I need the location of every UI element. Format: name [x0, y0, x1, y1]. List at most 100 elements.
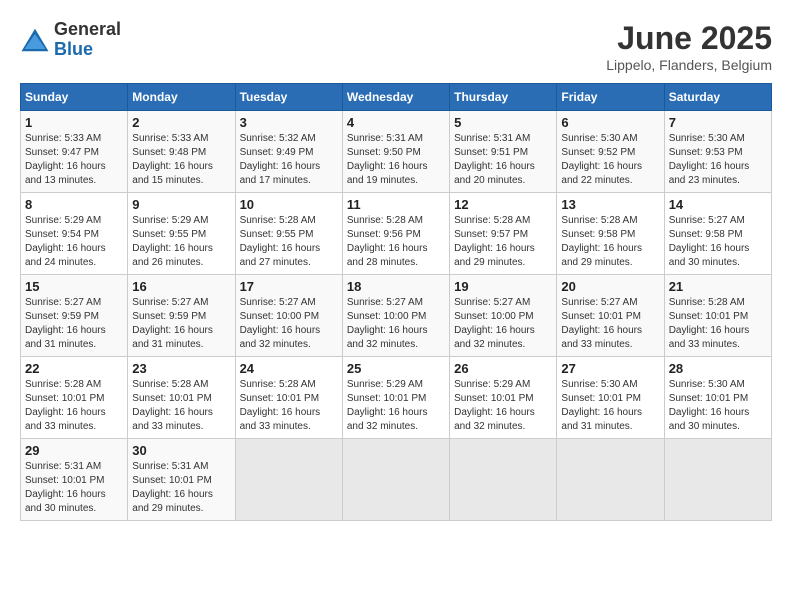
day-number: 22 [25, 361, 123, 376]
calendar-cell: 16 Sunrise: 5:27 AMSunset: 9:59 PMDayligh… [128, 275, 235, 357]
day-info: Sunrise: 5:29 AMSunset: 10:01 PMDaylight… [347, 378, 445, 434]
calendar-cell: 13Sunrise: 5:28 AMSunset: 9:58 PMDayligh… [557, 193, 664, 275]
calendar-cell: 4 Sunrise: 5:31 AMSunset: 9:50 PMDaylight… [342, 111, 449, 193]
day-number: 7 [669, 115, 767, 130]
calendar-cell: 1Sunrise: 5:33 AMSunset: 9:47 PMDaylight… [21, 111, 128, 193]
day-number: 26 [454, 361, 552, 376]
day-info: Sunrise: 5:29 AMSunset: 9:55 PMDaylight:… [132, 214, 230, 270]
header-thursday: Thursday [450, 84, 557, 111]
day-info: Sunrise: 5:33 AMSunset: 9:48 PMDaylight:… [132, 132, 230, 188]
calendar-week-1: 8 Sunrise: 5:29 AMSunset: 9:54 PMDaylight… [21, 193, 772, 275]
logo-general: General [54, 20, 121, 40]
calendar-cell: 22Sunrise: 5:28 AMSunset: 10:01 PMDaylig… [21, 357, 128, 439]
day-info: Sunrise: 5:27 AMSunset: 9:58 PMDaylight:… [669, 214, 767, 270]
day-info: Sunrise: 5:31 AMSunset: 10:01 PMDaylight… [132, 460, 230, 516]
day-info: Sunrise: 5:28 AMSunset: 10:01 PMDaylight… [240, 378, 338, 434]
calendar-week-3: 22 Sunrise: 5:28 AMSunset: 10:01 PMDaylig… [21, 357, 772, 439]
day-number: 3 [240, 115, 338, 130]
day-info: Sunrise: 5:27 AMSunset: 10:00 PMDaylight… [454, 296, 552, 352]
calendar-cell: 3 Sunrise: 5:32 AMSunset: 9:49 PMDaylight… [235, 111, 342, 193]
day-info: Sunrise: 5:31 AMSunset: 9:51 PMDaylight:… [454, 132, 552, 188]
day-info: Sunrise: 5:30 AMSunset: 9:52 PMDaylight:… [561, 132, 659, 188]
day-number: 16 [132, 279, 230, 294]
day-number: 4 [347, 115, 445, 130]
day-info: Sunrise: 5:32 AMSunset: 9:49 PMDaylight:… [240, 132, 338, 188]
calendar-cell: 20Sunrise: 5:27 AMSunset: 10:01 PMDaylig… [557, 275, 664, 357]
calendar-cell [450, 439, 557, 521]
calendar-cell: 19 Sunrise: 5:27 AMSunset: 10:00 PMDaylig… [450, 275, 557, 357]
header-tuesday: Tuesday [235, 84, 342, 111]
day-info: Sunrise: 5:28 AMSunset: 9:56 PMDaylight:… [347, 214, 445, 270]
day-number: 6 [561, 115, 659, 130]
day-info: Sunrise: 5:28 AMSunset: 10:01 PMDaylight… [669, 296, 767, 352]
calendar-table: SundayMondayTuesdayWednesdayThursdayFrid… [20, 83, 772, 521]
day-number: 19 [454, 279, 552, 294]
day-info: Sunrise: 5:28 AMSunset: 10:01 PMDaylight… [132, 378, 230, 434]
calendar-cell: 30 Sunrise: 5:31 AMSunset: 10:01 PMDaylig… [128, 439, 235, 521]
calendar-cell: 8 Sunrise: 5:29 AMSunset: 9:54 PMDaylight… [21, 193, 128, 275]
logo: General Blue [20, 20, 121, 60]
header-wednesday: Wednesday [342, 84, 449, 111]
day-number: 8 [25, 197, 123, 212]
calendar-cell: 27Sunrise: 5:30 AMSunset: 10:01 PMDaylig… [557, 357, 664, 439]
calendar-cell: 15 Sunrise: 5:27 AMSunset: 9:59 PMDayligh… [21, 275, 128, 357]
day-number: 20 [561, 279, 659, 294]
day-info: Sunrise: 5:27 AMSunset: 9:59 PMDaylight:… [132, 296, 230, 352]
day-info: Sunrise: 5:28 AMSunset: 9:57 PMDaylight:… [454, 214, 552, 270]
day-info: Sunrise: 5:29 AMSunset: 10:01 PMDaylight… [454, 378, 552, 434]
day-number: 15 [25, 279, 123, 294]
calendar-cell: 23Sunrise: 5:28 AMSunset: 10:01 PMDaylig… [128, 357, 235, 439]
calendar-cell: 12 Sunrise: 5:28 AMSunset: 9:57 PMDayligh… [450, 193, 557, 275]
day-number: 29 [25, 443, 123, 458]
calendar-cell [557, 439, 664, 521]
day-number: 30 [132, 443, 230, 458]
calendar-cell: 21 Sunrise: 5:28 AMSunset: 10:01 PMDaylig… [664, 275, 771, 357]
day-info: Sunrise: 5:29 AMSunset: 9:54 PMDaylight:… [25, 214, 123, 270]
calendar-cell [664, 439, 771, 521]
calendar-cell: 14 Sunrise: 5:27 AMSunset: 9:58 PMDayligh… [664, 193, 771, 275]
day-info: Sunrise: 5:27 AMSunset: 9:59 PMDaylight:… [25, 296, 123, 352]
month-title: June 2025 [606, 20, 772, 57]
header-friday: Friday [557, 84, 664, 111]
logo-text: General Blue [54, 20, 121, 60]
calendar-cell: 18Sunrise: 5:27 AMSunset: 10:00 PMDaylig… [342, 275, 449, 357]
calendar-body: 1Sunrise: 5:33 AMSunset: 9:47 PMDaylight… [21, 111, 772, 521]
header-monday: Monday [128, 84, 235, 111]
day-number: 13 [561, 197, 659, 212]
calendar-header-row: SundayMondayTuesdayWednesdayThursdayFrid… [21, 84, 772, 111]
day-number: 17 [240, 279, 338, 294]
page-header: General Blue June 2025 Lippelo, Flanders… [20, 20, 772, 73]
calendar-cell [342, 439, 449, 521]
day-number: 12 [454, 197, 552, 212]
calendar-week-0: 1Sunrise: 5:33 AMSunset: 9:47 PMDaylight… [21, 111, 772, 193]
day-number: 24 [240, 361, 338, 376]
calendar-cell: 7Sunrise: 5:30 AMSunset: 9:53 PMDaylight… [664, 111, 771, 193]
day-number: 21 [669, 279, 767, 294]
calendar-cell: 17Sunrise: 5:27 AMSunset: 10:00 PMDaylig… [235, 275, 342, 357]
calendar-cell: 10 Sunrise: 5:28 AMSunset: 9:55 PMDayligh… [235, 193, 342, 275]
calendar-cell: 24 Sunrise: 5:28 AMSunset: 10:01 PMDaylig… [235, 357, 342, 439]
title-block: June 2025 Lippelo, Flanders, Belgium [606, 20, 772, 73]
day-info: Sunrise: 5:31 AMSunset: 10:01 PMDaylight… [25, 460, 123, 516]
day-number: 2 [132, 115, 230, 130]
day-number: 10 [240, 197, 338, 212]
calendar-week-4: 29 Sunrise: 5:31 AMSunset: 10:01 PMDaylig… [21, 439, 772, 521]
day-number: 11 [347, 197, 445, 212]
header-sunday: Sunday [21, 84, 128, 111]
logo-icon [20, 25, 50, 55]
calendar-cell: 11 Sunrise: 5:28 AMSunset: 9:56 PMDayligh… [342, 193, 449, 275]
calendar-cell: 2 Sunrise: 5:33 AMSunset: 9:48 PMDaylight… [128, 111, 235, 193]
calendar-cell: 5 Sunrise: 5:31 AMSunset: 9:51 PMDaylight… [450, 111, 557, 193]
day-number: 5 [454, 115, 552, 130]
day-info: Sunrise: 5:31 AMSunset: 9:50 PMDaylight:… [347, 132, 445, 188]
day-number: 14 [669, 197, 767, 212]
calendar-cell: 6 Sunrise: 5:30 AMSunset: 9:52 PMDaylight… [557, 111, 664, 193]
calendar-week-2: 15 Sunrise: 5:27 AMSunset: 9:59 PMDayligh… [21, 275, 772, 357]
day-info: Sunrise: 5:28 AMSunset: 9:55 PMDaylight:… [240, 214, 338, 270]
calendar-cell: 28Sunrise: 5:30 AMSunset: 10:01 PMDaylig… [664, 357, 771, 439]
day-info: Sunrise: 5:30 AMSunset: 10:01 PMDaylight… [669, 378, 767, 434]
day-number: 25 [347, 361, 445, 376]
day-number: 9 [132, 197, 230, 212]
calendar-cell: 25 Sunrise: 5:29 AMSunset: 10:01 PMDaylig… [342, 357, 449, 439]
day-info: Sunrise: 5:33 AMSunset: 9:47 PMDaylight:… [25, 132, 123, 188]
